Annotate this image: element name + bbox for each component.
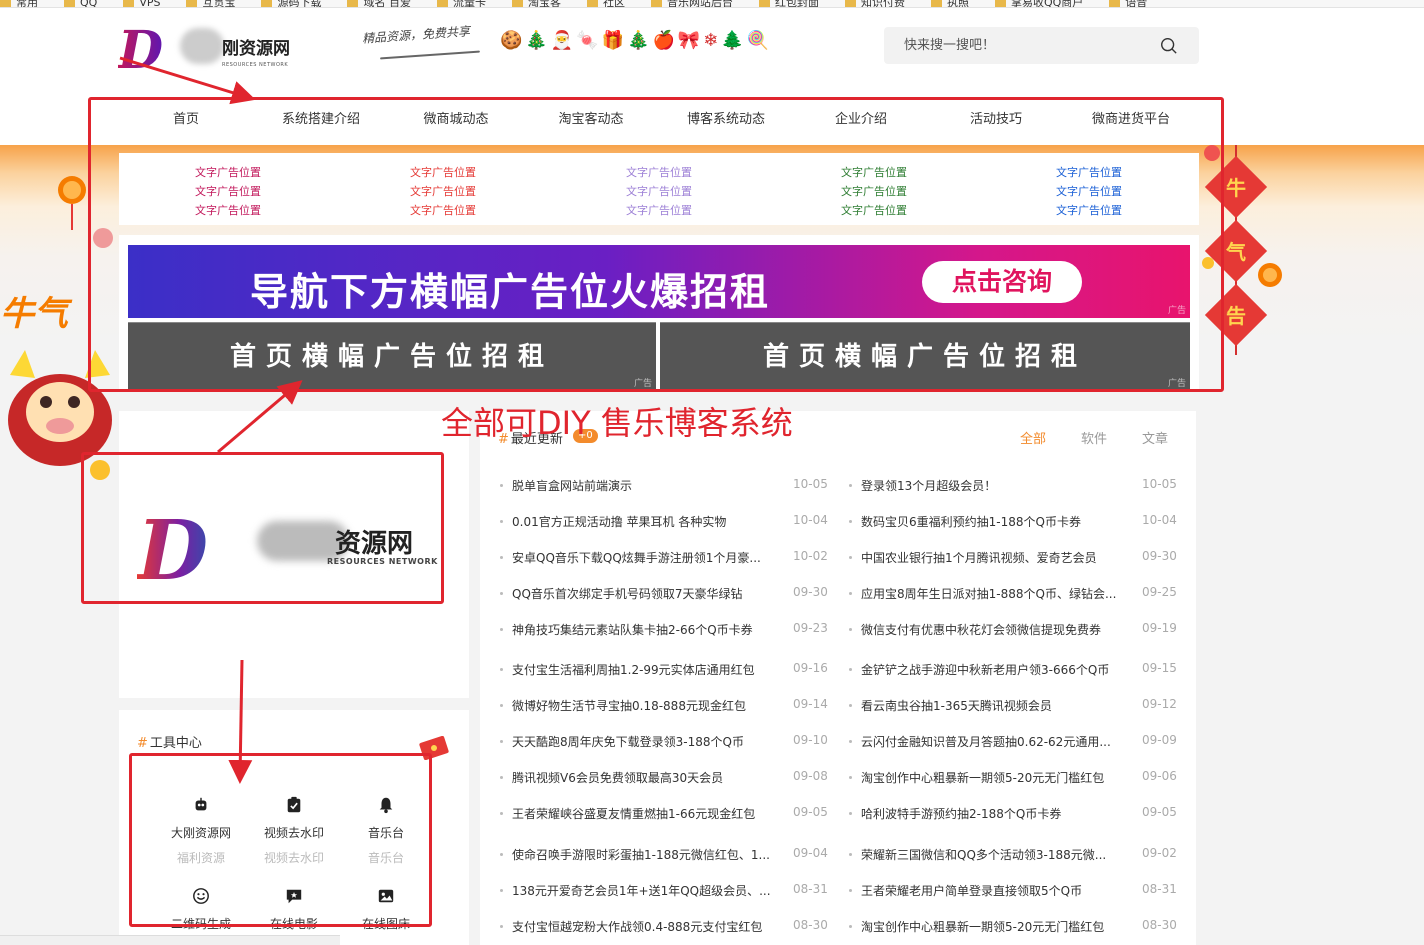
update-item-link[interactable]: 神角技巧集结元素站队集卡抽2-66个Q币卡券: [500, 621, 753, 638]
lantern-decoration: 牛 气 告: [1202, 145, 1282, 355]
update-item-date: 09-23: [793, 621, 828, 635]
update-item-date: 10-04: [793, 513, 828, 527]
update-item-date: 10-05: [793, 477, 828, 491]
update-item-link[interactable]: 看云南虫谷抽1-365天腾讯视频会员: [849, 697, 1052, 714]
update-item-link[interactable]: QQ音乐首次绑定手机号码领取7天豪华绿钻: [500, 585, 743, 602]
search-input[interactable]: [884, 27, 1154, 64]
update-item-link[interactable]: 淘宝创作中心粗暴新一期领5-20元无门槛红包: [848, 918, 1104, 935]
update-item-link[interactable]: 支付宝恒越宠粉大作战领0.4-888元支付宝红包: [499, 918, 762, 935]
tools-title-text: 工具中心: [149, 736, 202, 751]
logo-letter: D: [118, 20, 164, 81]
update-item-date: 09-10: [793, 733, 828, 747]
annotation-text: 全部可DIY 售乐博客系统: [441, 404, 793, 442]
bookmark-item[interactable]: 流量卡: [437, 0, 486, 7]
logo-blur: [180, 28, 224, 64]
logo-subtitle: RESOURCES NETWORK: [222, 62, 289, 68]
update-item-link[interactable]: 数码宝贝6重福利预约抽1-188个Q币卡券: [849, 513, 1081, 530]
annotation-box-tools: [129, 753, 432, 927]
update-item-link[interactable]: 138元开爱奇艺会员1年+送1年QQ超级会员、...: [500, 882, 771, 899]
bookmarks-bar: 常用 QQ VPS 互贯宝 源码下载 域名 百爱 流量卡 淘宝客 社区 音乐网站后台 红包封面 知识付…: [0, 0, 1424, 8]
bookmark-item[interactable]: 域名 百爱: [347, 0, 411, 7]
update-item-date: 09-05: [793, 805, 828, 819]
update-item-link[interactable]: 淘宝创作中心粗暴新一期领5-20元无门槛红包: [848, 769, 1104, 786]
updates-panel: # 最近更新 +0 全部 软件 文章 脱单盲盒网站前端演示 10-05 0.01官方正规活…: [480, 411, 1196, 945]
update-item-date: 09-25: [1142, 585, 1177, 599]
update-item-link[interactable]: 荣耀新三国微信和QQ多个活动领3-188元微...: [848, 846, 1106, 863]
update-item-date: 09-19: [1142, 621, 1177, 635]
slogan-underline: [380, 50, 480, 60]
svg-text:气: 气: [1225, 240, 1246, 264]
tools-title: # 工具中心: [137, 732, 202, 751]
annotation-box-nav: [88, 97, 1224, 392]
bookmark-item[interactable]: 淘宝客: [512, 0, 561, 7]
update-item-link[interactable]: 王者荣耀峡谷盛夏友情重燃抽1-66元现金红包: [499, 805, 755, 822]
update-item-link[interactable]: 登录领13个月超级会员！: [848, 477, 996, 494]
update-item-link[interactable]: 王者荣耀老用户简单登录直接领取5个Q币: [848, 882, 1082, 899]
bookmark-item[interactable]: 社区: [587, 0, 625, 7]
update-item-date: 09-09: [1142, 733, 1177, 747]
svg-text:牛: 牛: [1226, 176, 1246, 200]
update-item-link[interactable]: 0.01官方正规活动撸 苹果耳机 各种实物: [499, 513, 726, 530]
update-item-link[interactable]: 中国农业银行抽1个月腾讯视频、爱奇艺会员: [849, 549, 1097, 566]
site-logo[interactable]: D 刚资源网 RESOURCES NETWORK: [118, 20, 298, 81]
update-item-link[interactable]: 哈利波特手游预约抽2-188个Q币卡券: [848, 805, 1061, 822]
update-item-link[interactable]: 脱单盲盒网站前端演示: [499, 477, 632, 494]
update-item-link[interactable]: 金铲铲之战手游迎中秋新老用户领3-666个Q币: [848, 661, 1109, 678]
update-item-date: 10-05: [1142, 477, 1177, 491]
bookmark-item[interactable]: 语音: [1109, 0, 1147, 7]
filter-tab[interactable]: 全部: [1020, 428, 1046, 447]
update-item-date: 08-31: [793, 882, 828, 896]
update-item-date: 09-12: [1142, 697, 1177, 711]
update-item-link[interactable]: 应用宝8周年生日派对抽1-888个Q币、绿钻会...: [848, 585, 1116, 602]
update-item-link[interactable]: 安卓QQ音乐下载QQ炫舞手游注册领1个月豪...: [500, 549, 761, 566]
update-item-date: 09-02: [1142, 846, 1177, 860]
update-item-link[interactable]: 支付宝生活福利周抽1.2-99元实体店通用红包: [500, 661, 755, 678]
update-item-date: 09-30: [793, 585, 828, 599]
update-item-date: 08-31: [1142, 882, 1177, 896]
bookmark-item[interactable]: 源码下载: [261, 0, 321, 7]
logo-text: 刚资源网: [222, 39, 290, 59]
status-bar: [0, 935, 340, 945]
update-item-date: 10-04: [1142, 513, 1177, 527]
bookmark-item[interactable]: 常用: [0, 0, 38, 7]
bookmark-item[interactable]: QQ: [64, 0, 97, 7]
bookmark-item[interactable]: 音乐网站后台: [651, 0, 733, 7]
svg-text:牛气: 牛气: [0, 294, 73, 334]
hash-mark: #: [137, 736, 148, 751]
update-item-link[interactable]: 微博好物生活节寻宝抽0.18-888元现金红包: [500, 697, 746, 714]
update-item-date: 10-02: [793, 549, 828, 563]
bookmark-item[interactable]: 执照: [931, 0, 969, 7]
annotation-box-logo: [81, 452, 444, 604]
search-box: [884, 27, 1199, 64]
update-item-link[interactable]: 云闪付金融知识普及月答题抽0.62-62元通用...: [849, 733, 1111, 750]
update-item-date: 09-08: [793, 769, 828, 783]
update-item-link[interactable]: 微信支付有优惠中秋花灯会领微信提现免费券: [848, 621, 1101, 638]
update-item-date: 08-30: [1142, 918, 1177, 932]
update-item-date: 09-14: [793, 697, 828, 711]
update-item-link[interactable]: 腾讯视频V6会员免费领取最高30天会员: [499, 769, 723, 786]
bookmark-item[interactable]: 知识付费: [845, 0, 905, 7]
update-item-date: 09-06: [1142, 769, 1177, 783]
christmas-icons: 🍪🎄🎅🍬🎁🎄🍎🎀❄🌲🍭: [500, 30, 773, 51]
filter-tab[interactable]: 软件: [1081, 428, 1107, 447]
site-slogan: 精品资源，免费共享: [361, 24, 471, 46]
bookmark-item[interactable]: 红包封面: [759, 0, 819, 7]
bookmark-item[interactable]: 互贯宝: [186, 0, 235, 7]
update-item-date: 09-30: [1142, 549, 1177, 563]
update-item-date: 09-04: [793, 846, 828, 860]
filter-tab[interactable]: 文章: [1142, 428, 1168, 447]
update-item-link[interactable]: 使命召唤手游限时彩蛋抽1-188元微信红包、1...: [500, 846, 770, 863]
update-item-date: 09-05: [1142, 805, 1177, 819]
svg-text:告: 告: [1226, 304, 1246, 328]
search-icon[interactable]: [1160, 37, 1177, 54]
bookmark-item[interactable]: 掌易收QQ商户: [995, 0, 1083, 7]
bookmark-item[interactable]: VPS: [123, 0, 160, 7]
update-item-date: 08-30: [793, 918, 828, 932]
update-item-link[interactable]: 天天酷跑8周年庆免下载登录领3-188个Q币: [500, 733, 744, 750]
update-item-date: 09-15: [1142, 661, 1177, 675]
update-item-date: 09-16: [793, 661, 828, 675]
